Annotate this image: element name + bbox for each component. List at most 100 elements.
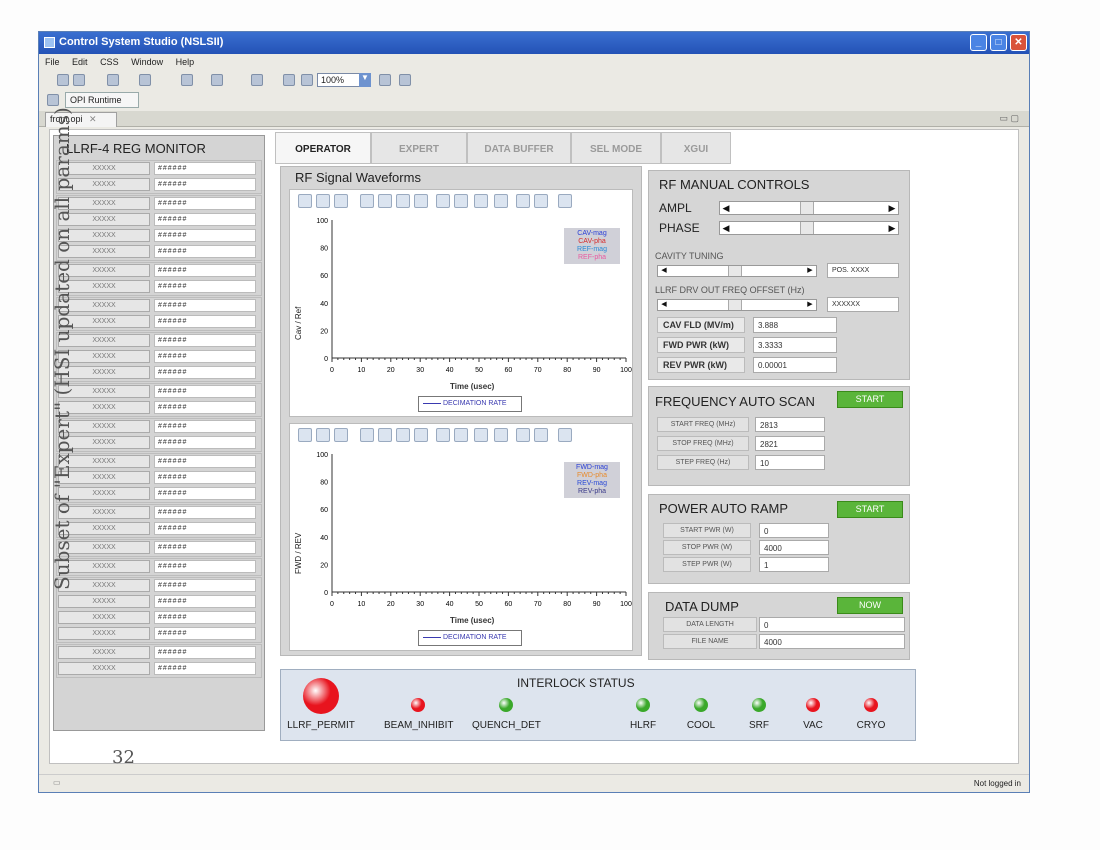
power-ramp-value[interactable]: 1: [759, 557, 829, 572]
data-dump-now-button[interactable]: NOW: [837, 597, 903, 614]
phase-slider[interactable]: ◀ ▶: [719, 221, 899, 235]
tab-sel-mode[interactable]: SEL MODE: [571, 132, 661, 164]
h-zoom-icon[interactable]: [396, 428, 410, 442]
add-axis-icon[interactable]: [316, 194, 330, 208]
config-icon[interactable]: [298, 428, 312, 442]
undo-icon[interactable]: [181, 74, 193, 86]
add-axis-icon[interactable]: [316, 428, 330, 442]
arrow-right-icon[interactable]: ▶: [886, 202, 898, 214]
arrow-left-icon[interactable]: ◀: [658, 300, 670, 310]
arrow-right-icon[interactable]: ▶: [804, 300, 816, 310]
power-ramp-value[interactable]: 0: [759, 523, 829, 538]
zoom-in-icon[interactable]: [436, 428, 450, 442]
data-dump-value[interactable]: 0: [759, 617, 905, 632]
tab-data-buffer[interactable]: DATA BUFFER: [467, 132, 571, 164]
arrow-left-icon[interactable]: ◀: [658, 266, 670, 276]
maximize-button[interactable]: □: [990, 34, 1007, 51]
arrow-left-icon[interactable]: ◀: [720, 222, 732, 234]
arrow-left-icon[interactable]: ◀: [720, 202, 732, 214]
power-ramp-start-button[interactable]: START: [837, 501, 903, 518]
cavity-tuning-slider[interactable]: ◀ ▶: [657, 265, 817, 277]
tab-expert[interactable]: EXPERT: [371, 132, 467, 164]
perspective-icon[interactable]: [47, 94, 59, 106]
rf-readback-value[interactable]: 0.00001: [753, 357, 837, 373]
arrow-right-icon[interactable]: ▶: [804, 266, 816, 276]
slider-thumb[interactable]: [800, 222, 814, 234]
zoom-out-icon[interactable]: [301, 74, 313, 86]
tab-xgui[interactable]: XGUI: [661, 132, 731, 164]
snapshot-icon[interactable]: [558, 194, 572, 208]
print-icon[interactable]: [139, 74, 151, 86]
config-icon[interactable]: [298, 194, 312, 208]
v-zoom-icon[interactable]: [414, 428, 428, 442]
freq-scan-value[interactable]: 2821: [755, 436, 825, 451]
tab-close-icon[interactable]: ✕: [89, 114, 97, 124]
rf-readback-label: FWD PWR (kW): [657, 337, 745, 353]
pan-icon[interactable]: [474, 428, 488, 442]
arrow-right-icon[interactable]: ▶: [886, 222, 898, 234]
freq-offset-value[interactable]: XXXXXX: [827, 297, 899, 312]
forward2-icon[interactable]: [399, 74, 411, 86]
reg-monitor-title: LLRF-4 REG MONITOR: [66, 141, 206, 156]
save-icon[interactable]: [73, 74, 85, 86]
minimize-button[interactable]: _: [970, 34, 987, 51]
menu-css[interactable]: CSS: [100, 57, 119, 67]
ampl-slider[interactable]: ◀ ▶: [719, 201, 899, 215]
redo-icon[interactable]: [211, 74, 223, 86]
zoom-out-icon[interactable]: [454, 428, 468, 442]
tab-operator[interactable]: OPERATOR: [275, 132, 371, 164]
h-zoom-icon[interactable]: [396, 194, 410, 208]
zoom-in-icon[interactable]: [283, 74, 295, 86]
slider-thumb[interactable]: [728, 300, 742, 310]
reg-row: XXXXX ######: [58, 595, 262, 609]
layout-icon[interactable]: [107, 74, 119, 86]
menu-file[interactable]: File: [45, 57, 60, 67]
remove-axis-icon[interactable]: [334, 428, 348, 442]
zoom-box-icon[interactable]: [378, 428, 392, 442]
autoscale-icon[interactable]: [360, 428, 374, 442]
opi-runtime-label: OPI Runtime: [70, 95, 122, 105]
menu-window[interactable]: Window: [131, 57, 163, 67]
y-tick-label: 100: [316, 452, 328, 459]
menu-bar: File Edit CSS Window Help: [39, 54, 1029, 70]
chevron-down-icon[interactable]: ▼: [359, 73, 371, 87]
reg-value: ######: [154, 595, 256, 608]
rf-readback-value[interactable]: 3.3333: [753, 337, 837, 353]
reg-row: XXXXX ######: [58, 646, 262, 660]
data-dump-value[interactable]: 4000: [759, 634, 905, 649]
remove-axis-icon[interactable]: [334, 194, 348, 208]
zoom-in-icon[interactable]: [436, 194, 450, 208]
slider-thumb[interactable]: [728, 266, 742, 276]
pan-icon[interactable]: [474, 194, 488, 208]
reg-value: ######: [154, 280, 256, 293]
close-button[interactable]: ✕: [1010, 34, 1027, 51]
v-zoom-icon[interactable]: [414, 194, 428, 208]
autoscale-icon[interactable]: [360, 194, 374, 208]
freq-scan-value[interactable]: 2813: [755, 417, 825, 432]
forward-icon[interactable]: [379, 74, 391, 86]
pointer-icon[interactable]: [494, 428, 508, 442]
freq-scan-start-button[interactable]: START: [837, 391, 903, 408]
view-controls[interactable]: ▭ ▢: [999, 113, 1019, 124]
opi-runtime-button[interactable]: OPI Runtime: [65, 92, 139, 108]
x-tick-label: 0: [330, 601, 334, 608]
zoom-box-icon[interactable]: [378, 194, 392, 208]
reg-name: XXXXX: [58, 662, 150, 675]
zoom-out-icon[interactable]: [454, 194, 468, 208]
redo-icon[interactable]: [534, 194, 548, 208]
freq-offset-slider[interactable]: ◀ ▶: [657, 299, 817, 311]
menu-edit[interactable]: Edit: [72, 57, 88, 67]
redo-icon[interactable]: [534, 428, 548, 442]
freq-scan-value[interactable]: 10: [755, 455, 825, 470]
undo-icon[interactable]: [516, 428, 530, 442]
rf-readback-value[interactable]: 3.888: [753, 317, 837, 333]
menu-help[interactable]: Help: [176, 57, 195, 67]
snapshot-icon[interactable]: [558, 428, 572, 442]
power-ramp-value[interactable]: 4000: [759, 540, 829, 555]
decimation-legend: DECIMATION RATE: [418, 396, 522, 412]
pointer-icon[interactable]: [494, 194, 508, 208]
slider-thumb[interactable]: [800, 202, 814, 214]
back-icon[interactable]: [251, 74, 263, 86]
undo-icon[interactable]: [516, 194, 530, 208]
new-icon[interactable]: [57, 74, 69, 86]
